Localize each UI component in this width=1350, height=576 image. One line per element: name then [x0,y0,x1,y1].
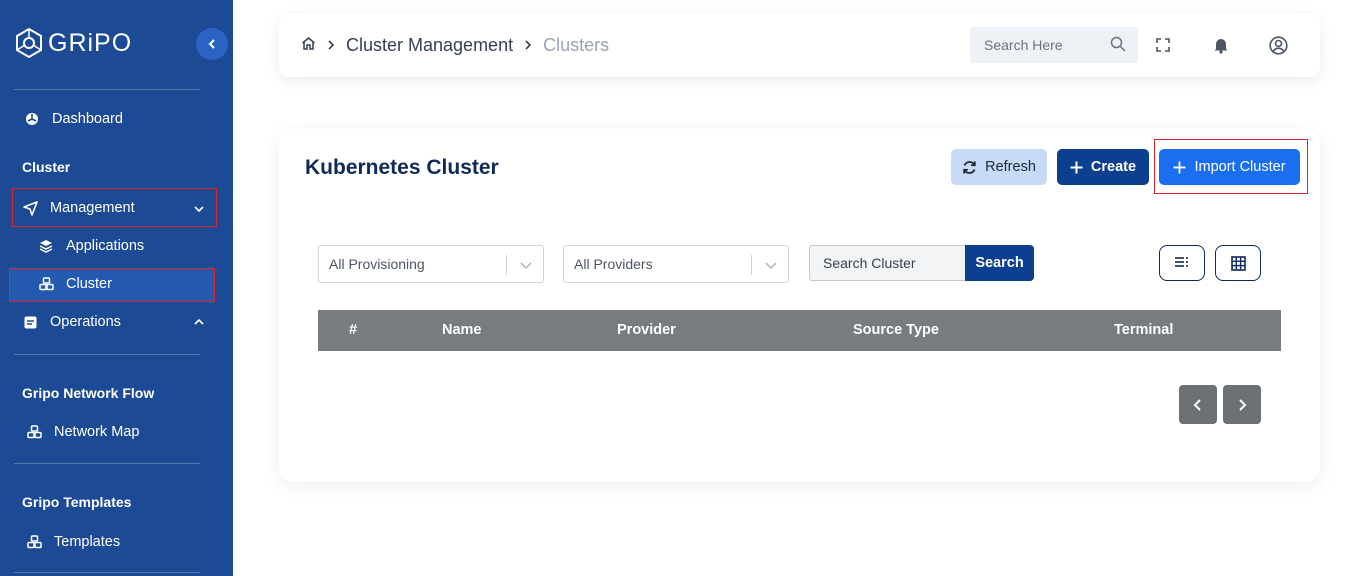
sidebar-item-operations[interactable]: Operations [22,314,121,330]
import-cluster-label: Import Cluster [1194,159,1286,175]
search-icon[interactable] [1110,36,1126,55]
logo-icon [16,27,42,59]
bell-icon[interactable] [1211,35,1231,55]
breadcrumb-current: Clusters [543,35,610,55]
next-page-button[interactable] [1223,385,1261,424]
page-title: Kubernetes Cluster [305,156,499,179]
grid-view-button[interactable] [1215,245,1261,281]
dashboard-icon [24,111,40,127]
column-header-index: # [349,322,358,338]
search-cluster-placeholder: Search Cluster [823,255,916,271]
collapse-sidebar-button[interactable] [196,28,228,60]
section-title-cluster: Cluster [22,159,71,175]
breadcrumb-parent[interactable]: Cluster Management [346,35,513,56]
sidebar-item-label: Cluster [66,276,112,292]
create-label: Create [1090,159,1137,175]
divider [14,89,200,90]
divider [14,463,200,464]
breadcrumb: Cluster Management Clusters [301,35,609,56]
column-header-provider[interactable]: Provider [617,322,676,338]
section-title-network: Gripo Network Flow [22,385,155,401]
plus-icon [1173,161,1186,173]
user-avatar-icon[interactable] [1268,35,1288,55]
previous-page-button[interactable] [1179,385,1217,424]
cubes-icon [26,424,42,440]
refresh-label: Refresh [985,159,1036,175]
cubes-icon [26,534,42,550]
sidebar-item-network-map[interactable]: Network Map [26,424,139,440]
chevron-up-icon[interactable] [192,315,206,329]
search-cluster-input[interactable]: Search Cluster [809,245,966,281]
providers-value: All Providers [574,256,653,272]
chevron-down-icon [764,258,778,275]
top-header: Cluster Management Clusters Search Here [279,13,1320,77]
sidebar-item-management[interactable]: Management [22,200,135,216]
sidebar-item-label: Applications [66,238,145,254]
chevron-right-icon [326,37,336,55]
select-divider [751,255,752,275]
sidebar-item-label: Templates [54,534,121,550]
home-icon[interactable] [301,35,316,56]
list-view-icon [1175,257,1188,269]
sidebar: GRiPO Dashboard Cluster Management Appli… [0,0,233,576]
column-header-source-type[interactable]: Source Type [853,322,939,338]
refresh-icon [963,160,976,174]
send-icon [22,200,38,216]
chevron-down-icon[interactable] [192,202,206,216]
chevron-down-icon [519,258,533,275]
table-header: # Name Provider Source Type Terminal [318,310,1281,351]
chevron-right-icon [1239,398,1247,411]
logo-text: GRiPO [48,28,133,57]
search-button[interactable]: Search [965,245,1034,281]
list-view-button[interactable] [1159,245,1205,281]
sidebar-item-label: Operations [50,314,121,330]
logo[interactable]: GRiPO [14,27,132,59]
sidebar-item-label: Network Map [54,424,140,440]
chevron-left-icon [208,39,215,49]
operations-icon [22,314,38,330]
sidebar-item-label: Management [50,200,135,216]
grid-view-icon [1230,255,1246,271]
column-header-terminal: Terminal [1114,322,1174,338]
select-divider [506,255,507,275]
cubes-icon [38,276,54,292]
cluster-card: Kubernetes Cluster Refresh Create Import… [279,129,1320,482]
provisioning-value: All Provisioning [329,256,425,272]
sidebar-item-cluster[interactable]: Cluster [38,276,112,292]
divider [14,354,200,355]
divider [14,572,200,573]
header-search-input[interactable]: Search Here [970,27,1138,63]
provisioning-select[interactable]: All Provisioning [318,245,544,283]
fullscreen-icon[interactable] [1153,35,1173,55]
import-cluster-button[interactable]: Import Cluster [1159,149,1300,185]
chevron-right-icon [523,37,533,55]
refresh-button[interactable]: Refresh [951,149,1047,185]
search-placeholder: Search Here [984,37,1063,53]
column-header-name[interactable]: Name [442,322,482,338]
sidebar-item-label: Dashboard [52,111,123,127]
sidebar-item-applications[interactable]: Applications [38,238,144,254]
sidebar-item-dashboard[interactable]: Dashboard [24,111,123,127]
layers-icon [38,238,54,254]
create-button[interactable]: Create [1057,149,1149,185]
section-title-templates: Gripo Templates [22,494,132,510]
chevron-left-icon [1193,398,1201,411]
plus-icon [1070,161,1083,173]
sidebar-item-templates[interactable]: Templates [26,534,120,550]
providers-select[interactable]: All Providers [563,245,789,283]
